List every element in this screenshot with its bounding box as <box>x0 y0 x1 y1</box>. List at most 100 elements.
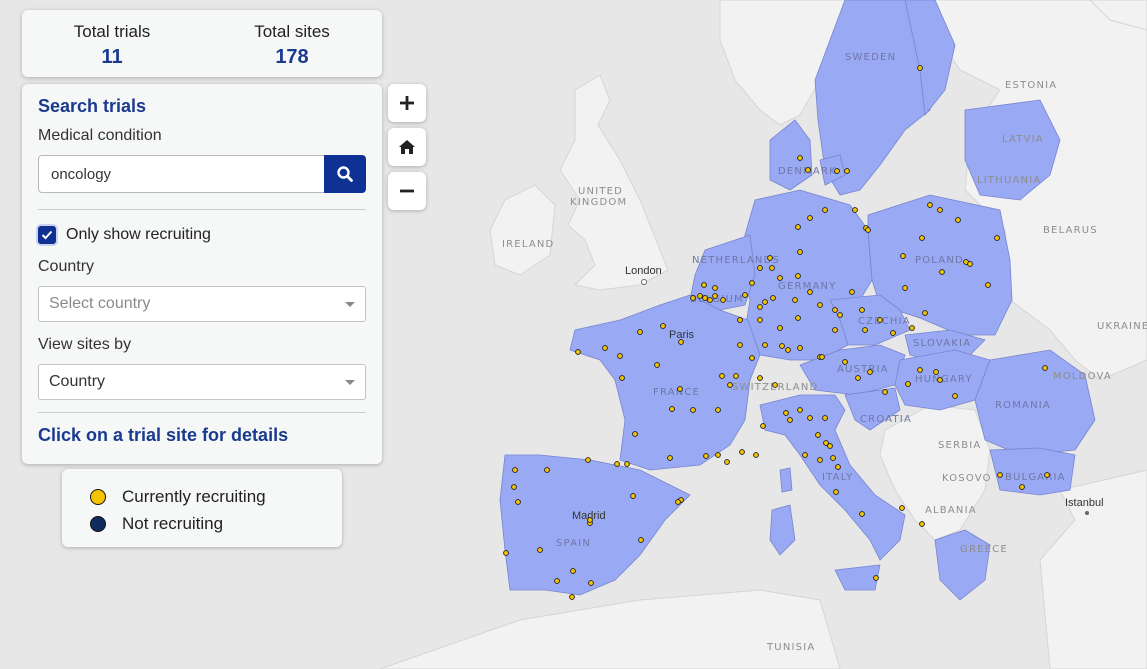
trial-site-marker[interactable] <box>787 417 793 423</box>
trial-site-marker[interactable] <box>937 377 943 383</box>
trial-site-marker[interactable] <box>654 362 660 368</box>
trial-site-marker[interactable] <box>900 253 906 259</box>
trial-site-marker[interactable] <box>544 467 550 473</box>
trial-site-marker[interactable] <box>667 455 673 461</box>
trial-site-marker[interactable] <box>575 349 581 355</box>
trial-site-marker[interactable] <box>715 452 721 458</box>
trial-site-marker[interactable] <box>675 499 681 505</box>
trial-site-marker[interactable] <box>807 215 813 221</box>
trial-site-marker[interactable] <box>702 295 708 301</box>
trial-site-marker[interactable] <box>927 202 933 208</box>
trial-site-marker[interactable] <box>762 299 768 305</box>
trial-site-marker[interactable] <box>660 323 666 329</box>
trial-site-marker[interactable] <box>807 415 813 421</box>
trial-site-marker[interactable] <box>862 327 868 333</box>
trial-site-marker[interactable] <box>537 547 543 553</box>
trial-site-marker[interactable] <box>865 227 871 233</box>
trial-site-marker[interactable] <box>994 235 1000 241</box>
trial-site-marker[interactable] <box>617 353 623 359</box>
trial-site-marker[interactable] <box>772 382 778 388</box>
trial-site-marker[interactable] <box>797 155 803 161</box>
trial-site-marker[interactable] <box>632 431 638 437</box>
trial-site-marker[interactable] <box>899 505 905 511</box>
trial-site-marker[interactable] <box>777 275 783 281</box>
trial-site-marker[interactable] <box>877 317 883 323</box>
view-by-select[interactable]: Country <box>38 364 366 400</box>
trial-site-marker[interactable] <box>795 273 801 279</box>
trial-site-marker[interactable] <box>890 330 896 336</box>
trial-site-marker[interactable] <box>737 342 743 348</box>
trial-site-marker[interactable] <box>742 292 748 298</box>
trial-site-marker[interactable] <box>905 381 911 387</box>
trial-site-marker[interactable] <box>749 355 755 361</box>
trial-site-marker[interactable] <box>937 207 943 213</box>
trial-site-marker[interactable] <box>677 386 683 392</box>
trial-site-marker[interactable] <box>797 407 803 413</box>
trial-site-marker[interactable] <box>783 410 789 416</box>
country-select[interactable]: Select country <box>38 286 366 322</box>
trial-site-marker[interactable] <box>830 455 836 461</box>
trial-site-marker[interactable] <box>757 375 763 381</box>
trial-site-marker[interactable] <box>737 317 743 323</box>
trial-site-marker[interactable] <box>837 312 843 318</box>
search-button[interactable] <box>324 155 366 193</box>
trial-site-marker[interactable] <box>792 297 798 303</box>
trial-site-marker[interactable] <box>512 467 518 473</box>
trial-site-marker[interactable] <box>817 302 823 308</box>
trial-site-marker[interactable] <box>933 369 939 375</box>
trial-site-marker[interactable] <box>867 369 873 375</box>
trial-site-marker[interactable] <box>515 499 521 505</box>
trial-site-marker[interactable] <box>1019 484 1025 490</box>
trial-site-marker[interactable] <box>767 255 773 261</box>
trial-site-marker[interactable] <box>997 472 1003 478</box>
trial-site-marker[interactable] <box>753 452 759 458</box>
trial-site-marker[interactable] <box>849 289 855 295</box>
trial-site-marker[interactable] <box>511 484 517 490</box>
trial-site-marker[interactable] <box>757 317 763 323</box>
trial-site-marker[interactable] <box>779 343 785 349</box>
trial-site-marker[interactable] <box>909 325 915 331</box>
trial-site-marker[interactable] <box>690 295 696 301</box>
trial-site-marker[interactable] <box>922 310 928 316</box>
trial-site-marker[interactable] <box>822 415 828 421</box>
trial-site-marker[interactable] <box>917 65 923 71</box>
trial-site-marker[interactable] <box>715 407 721 413</box>
trial-site-marker[interactable] <box>952 393 958 399</box>
trial-site-marker[interactable] <box>614 461 620 467</box>
zoom-out-button[interactable] <box>388 172 426 210</box>
trial-site-marker[interactable] <box>733 373 739 379</box>
trial-site-marker[interactable] <box>503 550 509 556</box>
trial-site-marker[interactable] <box>588 580 594 586</box>
trial-site-marker[interactable] <box>859 511 865 517</box>
trial-site-marker[interactable] <box>955 217 961 223</box>
trial-site-marker[interactable] <box>569 594 575 600</box>
trial-site-marker[interactable] <box>834 168 840 174</box>
trial-site-marker[interactable] <box>832 307 838 313</box>
trial-site-marker[interactable] <box>832 327 838 333</box>
trial-site-marker[interactable] <box>697 293 703 299</box>
trial-site-marker[interactable] <box>919 521 925 527</box>
recruiting-checkbox[interactable] <box>38 226 56 244</box>
trial-site-marker[interactable] <box>985 282 991 288</box>
trial-site-marker[interactable] <box>833 489 839 495</box>
trial-site-marker[interactable] <box>822 207 828 213</box>
trial-site-marker[interactable] <box>602 345 608 351</box>
trial-site-marker[interactable] <box>669 406 675 412</box>
trial-site-marker[interactable] <box>855 375 861 381</box>
trial-site-marker[interactable] <box>882 389 888 395</box>
trial-site-marker[interactable] <box>720 297 726 303</box>
trial-site-marker[interactable] <box>919 235 925 241</box>
trial-site-marker[interactable] <box>852 207 858 213</box>
trial-site-marker[interactable] <box>757 304 763 310</box>
trial-site-marker[interactable] <box>719 373 725 379</box>
trial-site-marker[interactable] <box>797 345 803 351</box>
trial-site-marker[interactable] <box>587 517 593 523</box>
trial-site-marker[interactable] <box>795 224 801 230</box>
trial-site-marker[interactable] <box>967 261 973 267</box>
trial-site-marker[interactable] <box>712 293 718 299</box>
trial-site-marker[interactable] <box>844 168 850 174</box>
trial-site-marker[interactable] <box>757 265 763 271</box>
trial-site-marker[interactable] <box>630 493 636 499</box>
trial-site-marker[interactable] <box>749 280 755 286</box>
trial-site-marker[interactable] <box>585 457 591 463</box>
